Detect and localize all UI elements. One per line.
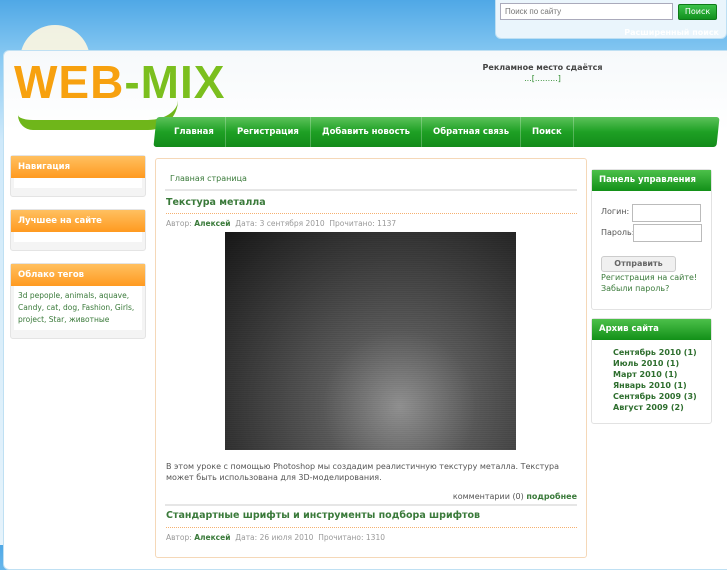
divider [165, 189, 577, 191]
tag-cloud[interactable]: 3d pepople, animals, aquave, Candy, cat,… [14, 286, 142, 330]
register-link[interactable]: Регистрация на сайте! [601, 273, 697, 282]
nav-home[interactable]: Главная [163, 117, 226, 147]
breadcrumb[interactable]: Главная страница [170, 174, 247, 183]
site-logo[interactable]: WEB-MIX [14, 55, 225, 109]
post-reads: Прочитано: 1310 [318, 533, 385, 542]
archive-item[interactable]: Сентябрь 2009 (3) [613, 391, 697, 402]
search-button[interactable]: Поиск [678, 4, 717, 20]
archive-item[interactable]: Июль 2010 (1) [613, 358, 697, 369]
login-input[interactable] [632, 204, 701, 222]
dotted-divider [166, 527, 577, 528]
archive-item[interactable]: Сентябрь 2010 (1) [613, 347, 697, 358]
post-meta: Автор: Алексей Дата: 26 июля 2010 Прочит… [166, 533, 385, 542]
post-text: В этом уроке с помощью Photoshop мы созд… [166, 462, 559, 482]
author-link[interactable]: Алексей [194, 219, 230, 228]
forgot-password-link[interactable]: Забыли пароль? [601, 284, 669, 293]
read-more-link[interactable]: подробнее [526, 492, 577, 501]
post-date: Дата: 3 сентября 2010 [235, 219, 325, 228]
ad-text: Рекламное место сдаётся [482, 63, 603, 72]
author-label: Автор: [166, 533, 192, 542]
logo-part1: WEB [14, 56, 125, 108]
login-label: Логин: [601, 207, 630, 216]
best-title: Лучшее на сайте [11, 210, 145, 232]
comments-link[interactable]: комментарии (0) [453, 492, 524, 501]
author-label: Автор: [166, 219, 192, 228]
archive-item[interactable]: Март 2010 (1) [613, 369, 697, 380]
ad-block: Рекламное место сдаётся ...[.........] [470, 63, 615, 83]
post-reads: Прочитано: 1137 [329, 219, 397, 228]
submit-button[interactable]: Отправить [601, 256, 676, 272]
ad-link[interactable]: ...[.........] [470, 74, 615, 83]
archive-title: Архив сайта [592, 319, 711, 340]
archive-list: Сентябрь 2010 (1) Июль 2010 (1) Март 201… [613, 347, 697, 413]
tag-cloud-block: Облако тегов 3d pepople, animals, aquave,… [10, 263, 146, 339]
password-label: Пароль: [601, 228, 635, 237]
post-date: Дата: 26 июля 2010 [235, 533, 314, 542]
post-meta: Автор: Алексей Дата: 3 сентября 2010 Про… [166, 219, 396, 228]
nav-search[interactable]: Поиск [520, 117, 574, 147]
post-title[interactable]: Стандартные шрифты и инструменты подбора… [166, 510, 480, 521]
divider [165, 504, 577, 506]
advanced-search-link[interactable]: Расширенный поиск [624, 28, 719, 37]
main-nav: Главная Регистрация Добавить новость Обр… [153, 117, 720, 147]
search-input[interactable] [500, 3, 673, 20]
archive-item[interactable]: Январь 2010 (1) [613, 380, 697, 391]
post-title[interactable]: Текстура металла [166, 197, 266, 208]
metal-texture-image [225, 232, 516, 450]
post-footer: комментарии (0) подробнее [453, 492, 577, 501]
logo-part2: -MIX [124, 56, 226, 108]
nav-feedback[interactable]: Обратная связь [421, 117, 521, 147]
control-panel-title: Панель управления [592, 170, 711, 191]
dotted-divider [166, 213, 577, 214]
password-input[interactable] [633, 224, 702, 242]
nav-register[interactable]: Регистрация [225, 117, 311, 147]
nav-add-news[interactable]: Добавить новость [310, 117, 422, 147]
navigation-title: Навигация [11, 156, 145, 178]
archive-item[interactable]: Август 2009 (2) [613, 402, 697, 413]
navigation-block: Навигация [10, 155, 146, 197]
best-block: Лучшее на сайте [10, 209, 146, 251]
tag-cloud-title: Облако тегов [11, 264, 145, 286]
author-link[interactable]: Алексей [194, 533, 230, 542]
